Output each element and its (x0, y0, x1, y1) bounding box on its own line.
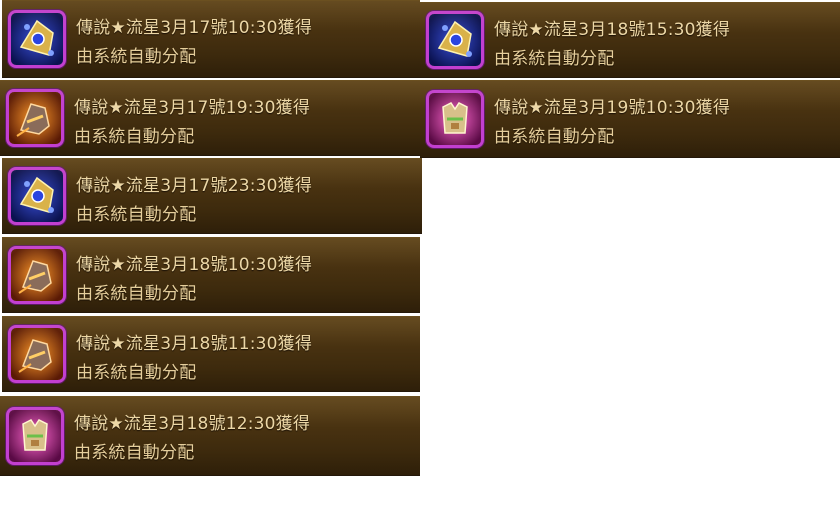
entry-subtitle: 由系統自動分配 (76, 284, 197, 304)
entry-title: 傳說★流星3月18號15:30獲得 (494, 20, 731, 40)
entry-subtitle: 由系統自動分配 (74, 127, 195, 147)
list-item: 傳說★流星3月17號10:30獲得 由系統自動分配 (2, 0, 420, 78)
entry-title: 傳說★流星3月17號10:30獲得 (76, 18, 313, 38)
list-item: 傳說★流星3月17號23:30獲得 由系統自動分配 (2, 158, 422, 234)
entry-subtitle: 由系統自動分配 (76, 205, 197, 225)
entry-title: 傳說★流星3月17號23:30獲得 (76, 176, 313, 196)
list-item: 傳說★流星3月18號10:30獲得 由系統自動分配 (2, 237, 420, 313)
list-item: 傳說★流星3月17號19:30獲得 由系統自動分配 (0, 80, 420, 156)
orange-armor-boot-icon (8, 325, 66, 383)
entry-subtitle: 由系統自動分配 (76, 47, 197, 67)
pink-armor-vest-icon (6, 407, 64, 465)
entry-subtitle: 由系統自動分配 (494, 49, 615, 69)
entry-title: 傳說★流星3月18號11:30獲得 (76, 334, 313, 354)
blue-gold-fan-icon (8, 10, 66, 68)
list-item: 傳說★流星3月18號15:30獲得 由系統自動分配 (420, 2, 840, 78)
blue-gold-fan-icon (426, 11, 484, 69)
orange-armor-boot-icon (6, 89, 64, 147)
entry-subtitle: 由系統自動分配 (76, 363, 197, 383)
pink-armor-vest-icon (426, 90, 484, 148)
orange-armor-boot-icon (8, 246, 66, 304)
entry-subtitle: 由系統自動分配 (494, 127, 615, 147)
entry-title: 傳說★流星3月18號12:30獲得 (74, 414, 311, 434)
list-item: 傳說★流星3月19號10:30獲得 由系統自動分配 (420, 80, 840, 158)
list-item: 傳說★流星3月18號11:30獲得 由系統自動分配 (2, 316, 420, 392)
entry-title: 傳說★流星3月18號10:30獲得 (76, 255, 313, 275)
blue-gold-fan-icon (8, 167, 66, 225)
entry-title: 傳說★流星3月17號19:30獲得 (74, 98, 311, 118)
list-item: 傳說★流星3月18號12:30獲得 由系統自動分配 (0, 396, 420, 476)
entry-title: 傳說★流星3月19號10:30獲得 (494, 98, 731, 118)
entry-subtitle: 由系統自動分配 (74, 443, 195, 463)
